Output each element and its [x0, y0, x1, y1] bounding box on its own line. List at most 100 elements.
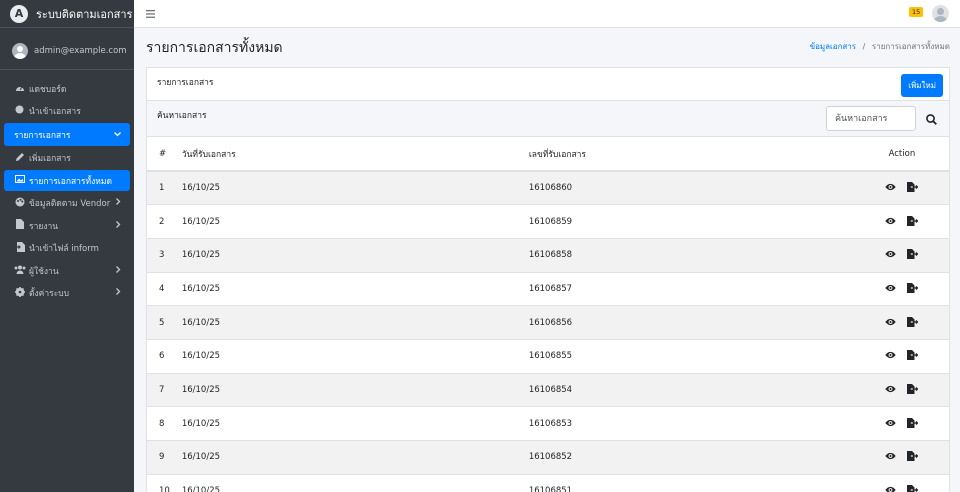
row-number: 4 [147, 271, 170, 306]
sidebar-item-label: รายงาน [29, 221, 59, 232]
table-row[interactable]: 9 16/10/25 16106852 [147, 440, 949, 475]
search-input[interactable] [826, 106, 916, 131]
user-avatar-icon[interactable] [932, 5, 949, 22]
view-icon[interactable] [885, 486, 897, 492]
row-date: 16/10/25 [169, 406, 517, 441]
sidebar-item-reports[interactable]: รายงาน [4, 215, 130, 236]
brand[interactable]: A ระบบติดตามเอกสาร [0, 0, 134, 28]
export-icon[interactable] [907, 383, 919, 394]
table-row[interactable]: 3 16/10/25 16106858 [147, 237, 949, 273]
sidebar: A ระบบติดตามเอกสาร admin@example.com แดช… [0, 0, 134, 492]
row-actions [854, 271, 949, 306]
export-icon[interactable] [907, 182, 919, 193]
row-number: 7 [147, 372, 170, 407]
sidebar-item-label: ผู้ใช้งาน [29, 266, 59, 277]
sidebar-item-users[interactable]: ผู้ใช้งาน [4, 260, 130, 281]
column-header-docno[interactable]: เลขที่รับเอกสาร [516, 137, 855, 172]
sidebar-item-all-documents[interactable]: รายการเอกสารทั้งหมด [4, 170, 130, 191]
column-header-date[interactable]: วันที่รับเอกสาร [169, 137, 517, 172]
table-row[interactable]: 4 16/10/25 16106857 [147, 271, 949, 306]
row-docno: 16106855 [516, 338, 855, 374]
brand-logo-icon: A [10, 4, 28, 23]
sidebar-item-settings[interactable]: ตั้งค่าระบบ [4, 283, 130, 304]
view-icon[interactable] [885, 284, 897, 292]
row-actions [854, 372, 949, 407]
chevron-right-icon [116, 198, 121, 208]
row-date: 16/10/25 [169, 204, 517, 239]
export-icon[interactable] [907, 282, 919, 293]
breadcrumb: ข้อมูลเอกสาร / รายการเอกสารทั้งหมด [810, 40, 950, 53]
user-email: admin@example.com [34, 45, 127, 56]
sidebar-item-label: ข้อมูลติดตาม Vendor [29, 199, 111, 209]
sidebar-item-import[interactable]: นำเข้าเอกสาร [4, 101, 130, 122]
export-icon[interactable] [907, 249, 919, 260]
view-icon[interactable] [885, 452, 897, 460]
card-title: รายการเอกสาร [157, 78, 214, 88]
row-actions [854, 305, 949, 340]
export-icon[interactable] [907, 215, 919, 226]
row-number: 3 [147, 237, 170, 273]
row-date: 16/10/25 [169, 440, 517, 475]
row-date: 16/10/25 [169, 305, 517, 340]
export-icon[interactable] [907, 350, 919, 361]
sidebar-item-add-document[interactable]: เพิ่มเอกสาร [4, 148, 130, 169]
row-date: 16/10/25 [169, 237, 517, 273]
brand-title: ระบบติดตามเอกสาร [36, 7, 133, 21]
view-icon[interactable] [885, 419, 897, 427]
dashboard-icon [14, 83, 25, 95]
table-row[interactable]: 8 16/10/25 16106853 [147, 406, 949, 441]
table-row[interactable]: 2 16/10/25 16106859 [147, 204, 949, 239]
pencil-icon [14, 152, 25, 165]
documents-table: # วันที่รับเอกสาร เลขที่รับเอกสาร Action… [147, 137, 949, 492]
export-icon[interactable] [907, 451, 919, 462]
topbar: 15 [134, 0, 960, 28]
row-date: 16/10/25 [169, 271, 517, 306]
notification-badge[interactable]: 15 [909, 7, 924, 17]
export-icon[interactable] [907, 485, 919, 492]
row-number: 5 [147, 305, 170, 340]
add-new-button[interactable]: เพิ่มใหม่ [901, 74, 943, 97]
table-row[interactable]: 1 16/10/25 16106860 [147, 170, 949, 205]
user-panel[interactable]: admin@example.com [0, 32, 134, 70]
image-icon [14, 175, 25, 186]
sidebar-item-dashboard[interactable]: แดชบอร์ด [4, 78, 130, 99]
view-icon[interactable] [885, 351, 897, 359]
chevron-right-icon [116, 220, 121, 231]
export-icon[interactable] [907, 417, 919, 428]
export-icon[interactable] [907, 316, 919, 327]
breadcrumb-current: รายการเอกสารทั้งหมด [871, 42, 950, 51]
row-date: 16/10/25 [169, 170, 517, 205]
view-icon[interactable] [885, 385, 897, 393]
search-label: ค้นหาเอกสาร [157, 111, 207, 121]
user-avatar-icon [12, 42, 28, 59]
row-docno: 16106852 [516, 440, 855, 475]
view-icon[interactable] [885, 318, 897, 326]
view-icon[interactable] [885, 183, 897, 191]
sidebar-item-import-inform[interactable]: นำเข้าไฟล์ inform [4, 238, 130, 259]
row-actions [854, 473, 949, 492]
sidebar-item-label: รายการเอกสาร [14, 130, 71, 141]
card-header: รายการเอกสาร เพิ่มใหม่ [147, 68, 949, 101]
view-icon[interactable] [885, 250, 897, 258]
table-row[interactable]: 6 16/10/25 16106855 [147, 338, 949, 374]
view-icon[interactable] [885, 217, 897, 225]
hamburger-menu-icon[interactable] [146, 7, 155, 21]
search-bar: ค้นหาเอกสาร [147, 101, 949, 137]
sidebar-item-documents[interactable]: รายการเอกสาร [4, 123, 130, 146]
search-button[interactable] [919, 107, 943, 131]
column-header-number[interactable]: # [147, 137, 170, 172]
table-row[interactable]: 5 16/10/25 16106856 [147, 305, 949, 340]
table-row[interactable]: 7 16/10/25 16106854 [147, 372, 949, 407]
column-header-action: Action [854, 137, 949, 172]
breadcrumb-separator: / [862, 42, 866, 51]
search-icon [925, 113, 937, 125]
table-row[interactable]: 10 16/10/25 16106851 [147, 473, 949, 492]
table-header-row: # วันที่รับเอกสาร เลขที่รับเอกสาร Action [147, 137, 949, 172]
row-docno: 16106856 [516, 305, 855, 340]
row-date: 16/10/25 [169, 473, 517, 492]
sidebar-item-vendor-tracking[interactable]: ข้อมูลติดตาม Vendor [4, 193, 130, 214]
breadcrumb-link[interactable]: ข้อมูลเอกสาร [810, 42, 857, 51]
row-docno: 16106853 [516, 406, 855, 441]
row-actions [854, 170, 949, 205]
row-number: 8 [147, 406, 170, 441]
